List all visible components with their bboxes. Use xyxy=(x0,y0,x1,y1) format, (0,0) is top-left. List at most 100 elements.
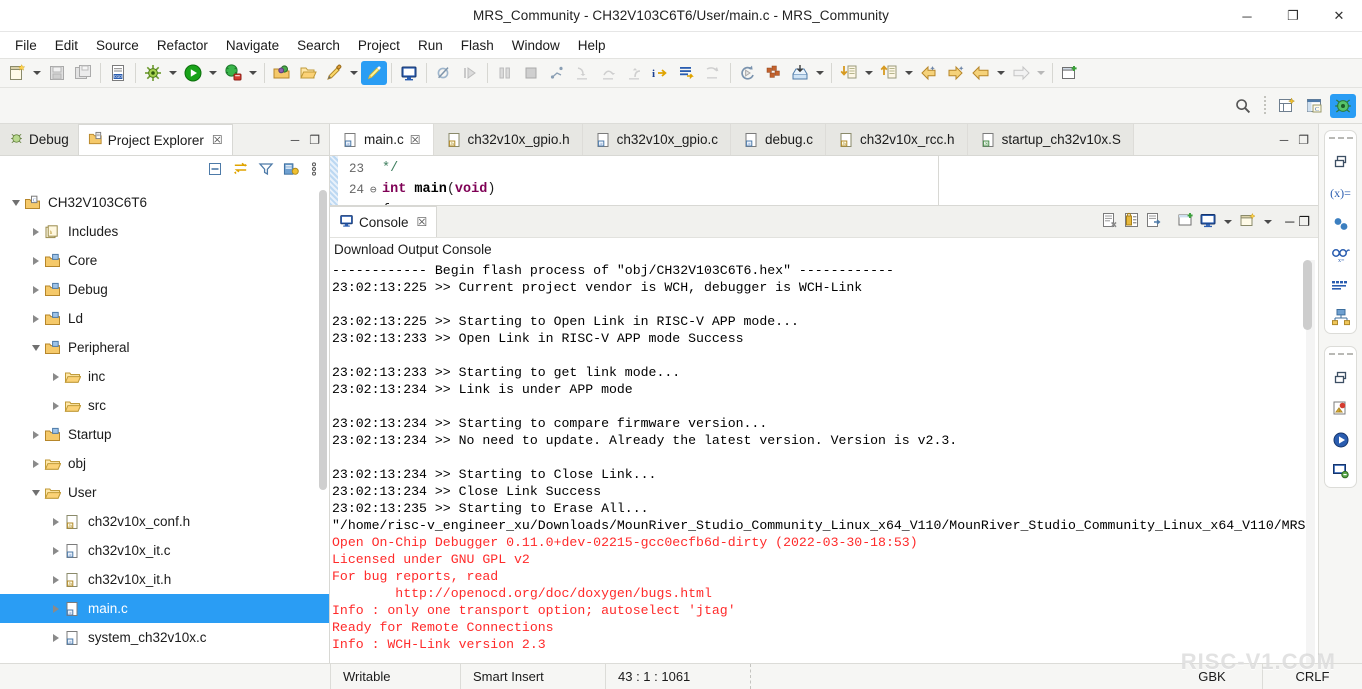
clear-console-icon[interactable] xyxy=(1101,212,1119,232)
expand-twisty-icon[interactable] xyxy=(48,601,64,616)
display-console-icon[interactable] xyxy=(1199,212,1217,232)
menu-source[interactable]: Source xyxy=(87,35,148,56)
close-icon[interactable]: ☒ xyxy=(212,133,223,147)
tree-item-ld[interactable]: Ld xyxy=(0,304,329,333)
registers-icon[interactable] xyxy=(1330,276,1352,296)
expand-twisty-icon[interactable] xyxy=(48,630,64,645)
tree-item-core[interactable]: Core xyxy=(0,246,329,275)
maximize-button[interactable]: ❐ xyxy=(1270,0,1316,32)
export-icon[interactable] xyxy=(787,61,813,85)
expand-twisty-icon[interactable] xyxy=(48,514,64,529)
restore-icon[interactable] xyxy=(1330,368,1352,388)
back-icon[interactable] xyxy=(968,61,994,85)
restore-icon[interactable] xyxy=(1330,152,1352,172)
menu-flash[interactable]: Flash xyxy=(452,35,503,56)
link-with-editor-icon[interactable] xyxy=(232,161,249,180)
peripherals-icon[interactable] xyxy=(1330,307,1352,327)
tree-item-ch32v103c6t6[interactable]: C CH32V103C6T6 xyxy=(0,188,329,217)
new-console-icon[interactable] xyxy=(1239,212,1257,232)
instruction-stepping-icon[interactable]: i xyxy=(648,61,674,85)
console-output[interactable]: ------------ Begin flash process of "obj… xyxy=(330,260,1318,663)
collapse-all-icon[interactable] xyxy=(207,161,223,180)
console-scrollbar-track[interactable] xyxy=(1303,260,1315,663)
editor-tab-ch32v10x-rcc-h[interactable]: .h ch32v10x_rcc.h xyxy=(826,124,968,155)
lock-scroll-icon[interactable] xyxy=(1123,212,1141,232)
rail-drag-dots[interactable] xyxy=(1328,137,1353,139)
display-console-dropdown-icon[interactable] xyxy=(1221,210,1235,234)
flash-dropdown-icon[interactable] xyxy=(347,61,361,85)
expand-twisty-icon[interactable] xyxy=(28,456,44,471)
search-icon[interactable] xyxy=(1230,94,1256,118)
menu-run[interactable]: Run xyxy=(409,35,452,56)
expand-twisty-icon[interactable] xyxy=(48,369,64,384)
pin-console-icon[interactable] xyxy=(1177,212,1195,232)
build-dropdown-icon[interactable] xyxy=(166,61,180,85)
next-annotation-dropdown-icon[interactable] xyxy=(862,61,876,85)
cpp-perspective-icon[interactable]: C xyxy=(1302,94,1328,118)
menu-search[interactable]: Search xyxy=(288,35,349,56)
tree-item-inc[interactable]: inc xyxy=(0,362,329,391)
editor-tab-debug-c[interactable]: .c debug.c xyxy=(730,124,826,155)
minimize-console-icon[interactable]: ─ xyxy=(1285,214,1294,229)
new-console-dropdown-icon[interactable] xyxy=(1261,210,1275,234)
expand-twisty-icon[interactable] xyxy=(48,543,64,558)
build-icon[interactable] xyxy=(140,61,166,85)
maximize-editor-icon[interactable]: ❐ xyxy=(1298,133,1309,147)
collapse-twisty-icon[interactable] xyxy=(28,340,44,355)
debug-dropdown-icon[interactable] xyxy=(246,61,260,85)
menu-project[interactable]: Project xyxy=(349,35,409,56)
maximize-console-icon[interactable]: ❐ xyxy=(1298,214,1310,230)
show-debug-view-icon[interactable] xyxy=(674,61,700,85)
run-icon[interactable] xyxy=(180,61,206,85)
toolbar-drag-handle[interactable] xyxy=(1262,96,1268,116)
tree-item-system-ch32v10x-c[interactable]: .c system_ch32v10x.c xyxy=(0,623,329,652)
close-button[interactable]: ✕ xyxy=(1316,0,1362,32)
new-window-icon[interactable] xyxy=(1057,61,1083,85)
problems-icon[interactable]: ! xyxy=(1330,399,1352,419)
variables-icon[interactable]: (x)= xyxy=(1330,183,1352,203)
close-icon[interactable]: ☒ xyxy=(410,133,421,147)
debug-perspective-icon[interactable] xyxy=(1330,93,1356,118)
editor-source-area[interactable]: 23 */24⊖int main(void)25{ xyxy=(330,156,938,205)
view-menu-icon[interactable] xyxy=(283,161,300,180)
tree-item-obj[interactable]: obj xyxy=(0,449,329,478)
tree-item-src[interactable]: src xyxy=(0,391,329,420)
tree-item-user[interactable]: User xyxy=(0,478,329,507)
filter-icon[interactable] xyxy=(258,161,274,180)
export-dropdown-icon[interactable] xyxy=(813,61,827,85)
code-editor[interactable]: 23 */24⊖int main(void)25{ xyxy=(330,156,1318,206)
previous-annotation-icon[interactable] xyxy=(876,61,902,85)
restart-icon[interactable] xyxy=(735,61,761,85)
tree-item-main-c[interactable]: .c main.c xyxy=(0,594,329,623)
console-small-icon[interactable] xyxy=(1330,461,1352,481)
minimize-editor-icon[interactable]: ─ xyxy=(1280,133,1289,147)
rail-drag-dots-2[interactable] xyxy=(1328,353,1353,355)
editor-tab-ch32v10x-gpio-c[interactable]: .c ch32v10x_gpio.c xyxy=(582,124,731,155)
tree-item-ch32v10x-it-c[interactable]: .c ch32v10x_it.c xyxy=(0,536,329,565)
maximize-view-icon[interactable]: ❐ xyxy=(309,133,320,147)
menu-refactor[interactable]: Refactor xyxy=(148,35,217,56)
expand-twisty-icon[interactable] xyxy=(48,572,64,587)
expand-twisty-icon[interactable] xyxy=(28,253,44,268)
breakpoints-icon[interactable] xyxy=(1330,214,1352,234)
editor-tab-main-c[interactable]: .c main.c ☒ xyxy=(330,124,434,155)
prev-edit-location-icon[interactable] xyxy=(916,61,942,85)
fold-marker-icon[interactable]: ⊖ xyxy=(370,183,382,197)
show-console-icon[interactable] xyxy=(1145,212,1163,232)
previous-annotation-dropdown-icon[interactable] xyxy=(902,61,916,85)
new-wizard-dropdown-icon[interactable] xyxy=(30,61,44,85)
next-annotation-icon[interactable] xyxy=(836,61,862,85)
download-flash-icon[interactable] xyxy=(321,61,347,85)
build-hex-icon[interactable]: 010 xyxy=(105,61,131,85)
tree-item-includes[interactable]: h Includes xyxy=(0,217,329,246)
project-tree[interactable]: C CH32V103C6T6 h Includes Core Debug Ld Periphe… xyxy=(0,184,329,663)
tab-project-explorer[interactable]: Project Explorer ☒ xyxy=(78,124,233,155)
close-icon[interactable]: ☒ xyxy=(417,215,428,229)
minimize-button[interactable]: ─ xyxy=(1224,0,1270,32)
view-options-icon[interactable] xyxy=(309,161,319,180)
tree-item-ch32v10x-conf-h[interactable]: .h ch32v10x_conf.h xyxy=(0,507,329,536)
debug-icon[interactable] xyxy=(220,61,246,85)
open-perspective-icon[interactable] xyxy=(1274,94,1300,118)
menu-file[interactable]: File xyxy=(6,35,46,56)
tree-item-peripheral[interactable]: Peripheral xyxy=(0,333,329,362)
